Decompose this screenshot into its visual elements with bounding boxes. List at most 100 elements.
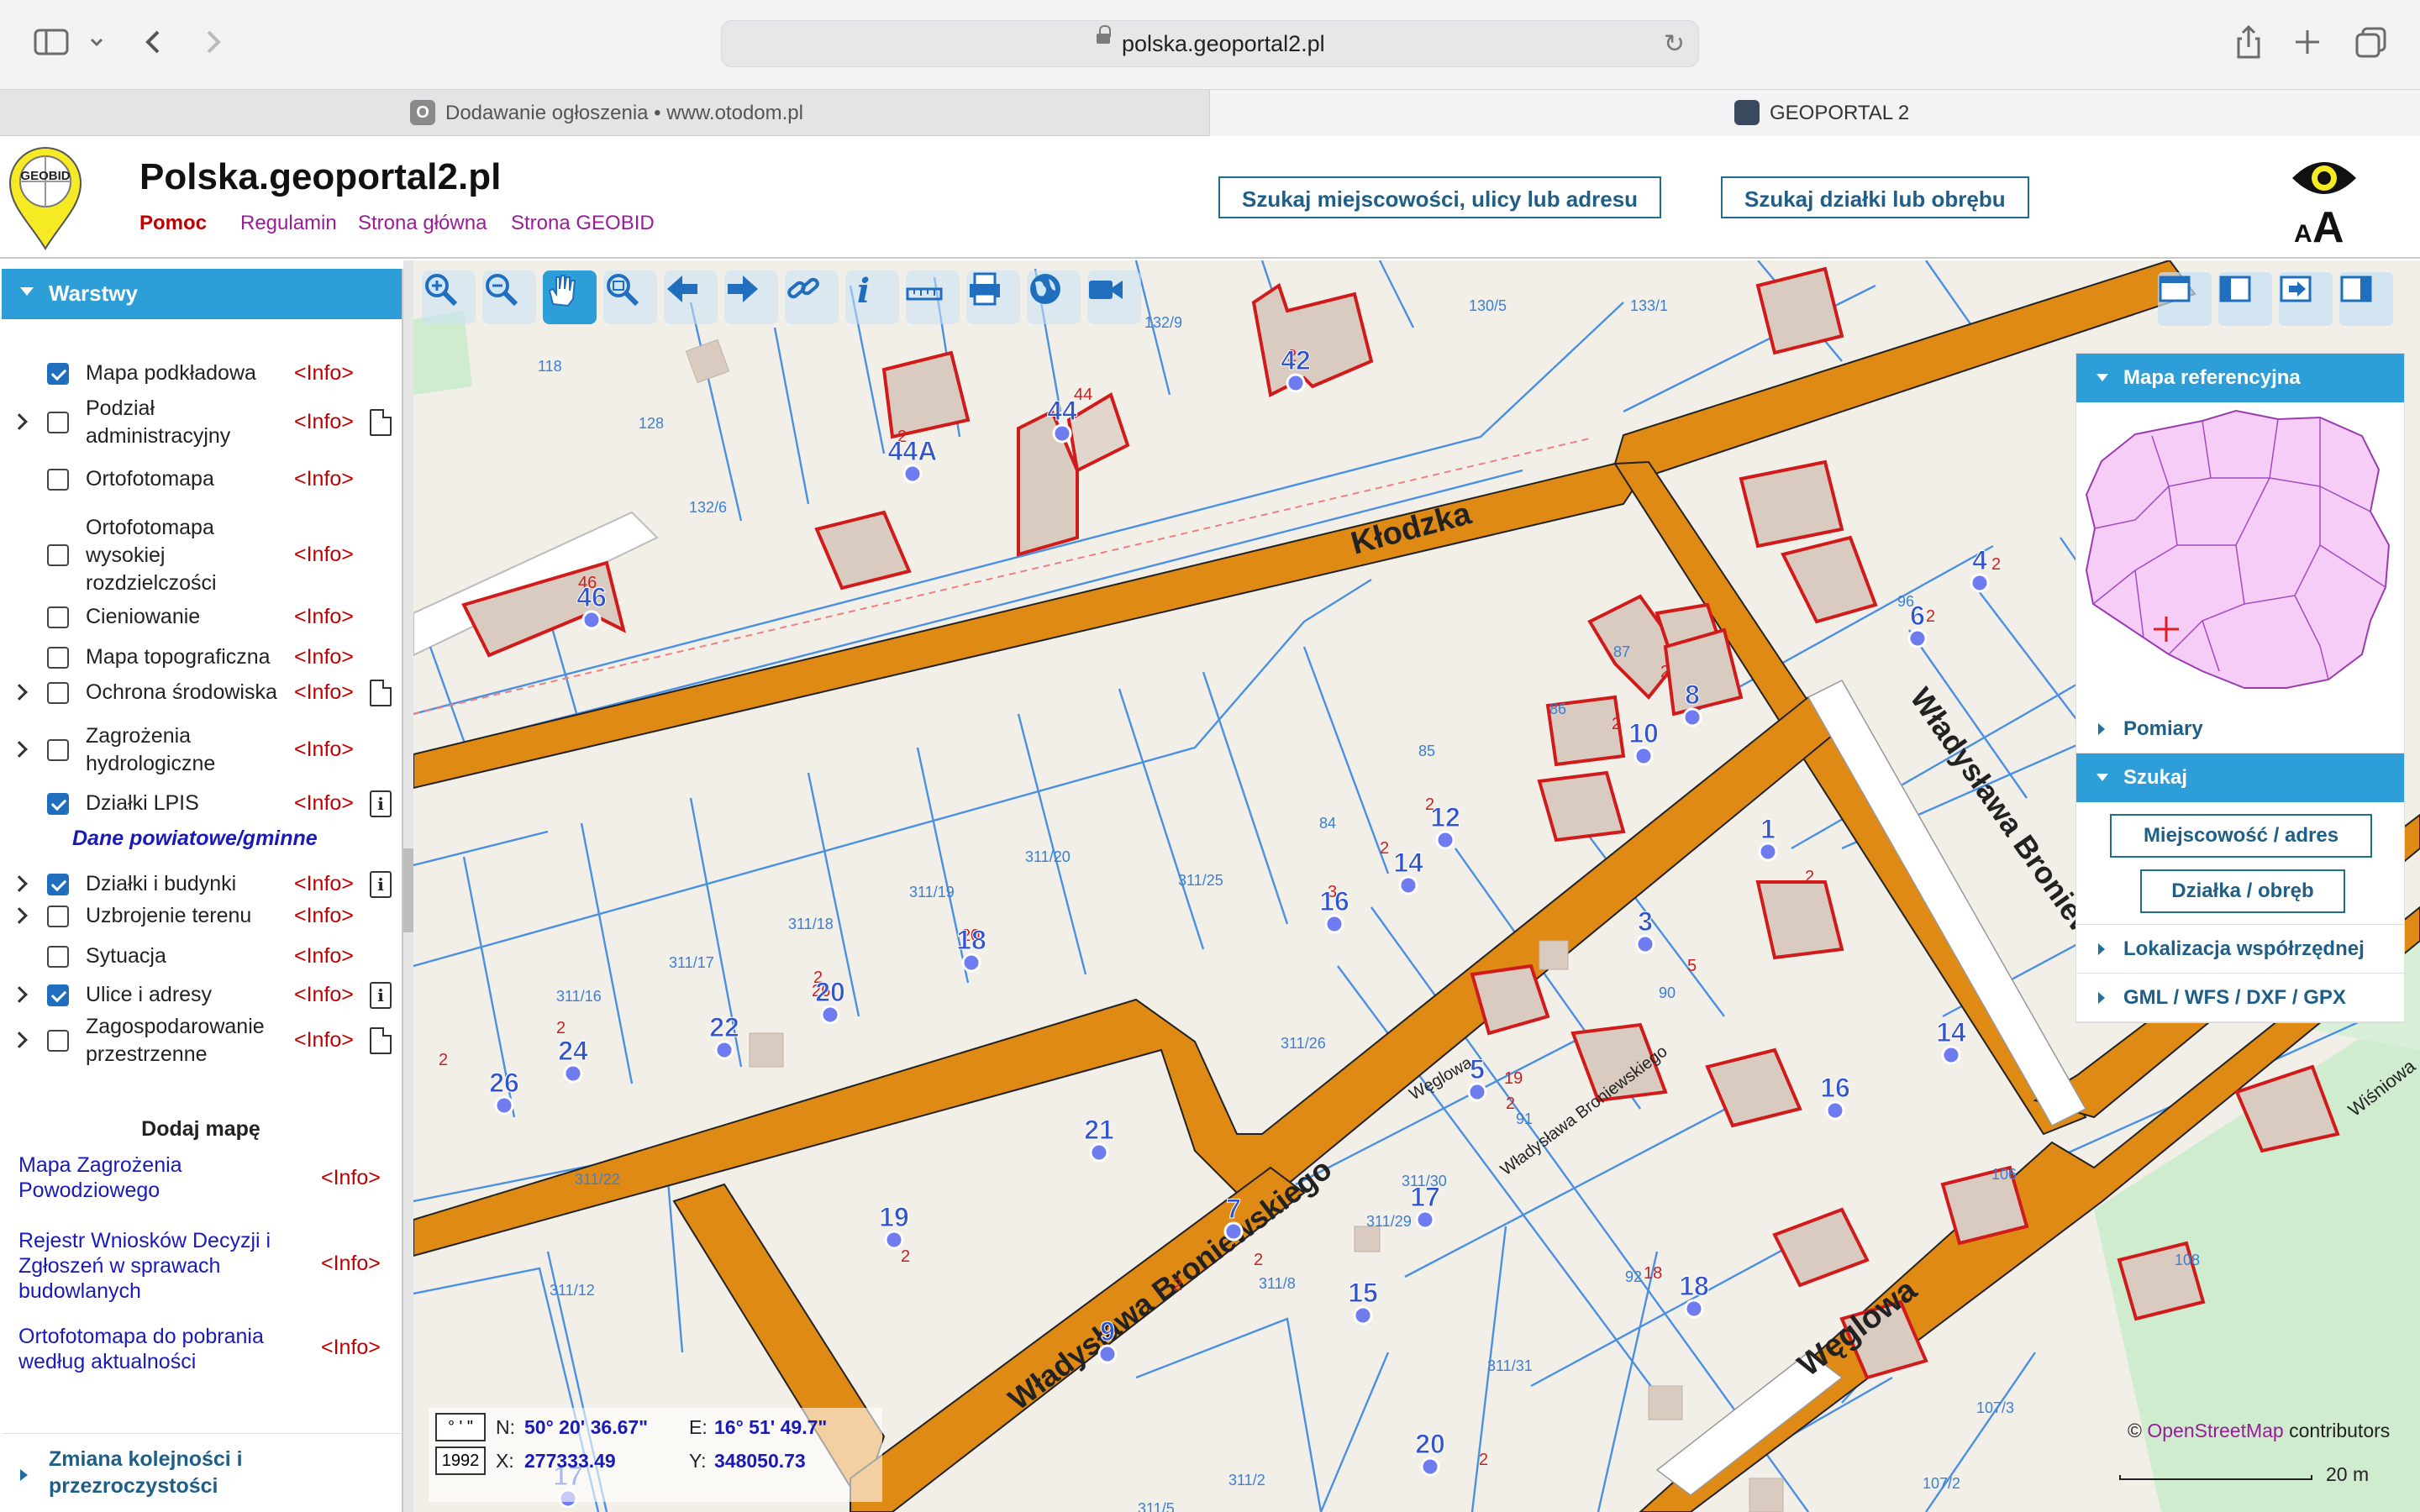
layer-label: Mapa podkładowa bbox=[86, 361, 256, 385]
info-link[interactable]: <Info> bbox=[294, 983, 354, 1007]
tab-otodom[interactable]: O Dodawanie ogłoszenia • www.otodom.pl bbox=[0, 90, 1210, 136]
exit-panel-icon[interactable] bbox=[2279, 272, 2333, 326]
back-arrow-icon[interactable] bbox=[139, 25, 170, 59]
layout-right-icon[interactable] bbox=[2339, 272, 2393, 326]
layer-checkbox[interactable] bbox=[47, 874, 69, 895]
info-link[interactable]: <Info> bbox=[294, 605, 354, 629]
chevron-right-icon[interactable] bbox=[11, 413, 28, 430]
chevron-right-icon[interactable] bbox=[11, 684, 28, 701]
chevron-right-icon[interactable] bbox=[11, 907, 28, 924]
info-document-icon[interactable]: i bbox=[370, 982, 392, 1009]
next-tool-icon[interactable] bbox=[724, 270, 778, 324]
coord-format-toggle[interactable]: ° ' " bbox=[435, 1413, 486, 1441]
layer-checkbox[interactable] bbox=[47, 544, 69, 566]
forward-arrow-icon[interactable] bbox=[198, 25, 229, 59]
osm-link[interactable]: OpenStreetMap bbox=[2147, 1420, 2283, 1441]
layers-panel-header[interactable]: Warstwy bbox=[2, 269, 402, 319]
tab-overview-icon[interactable] bbox=[2353, 24, 2390, 60]
info-link[interactable]: <Info> bbox=[294, 361, 354, 386]
measure-tool-icon[interactable] bbox=[906, 270, 960, 324]
add-map-orthophoto-download[interactable]: Ortofotomapa do pobrania według aktualno… bbox=[18, 1324, 296, 1374]
terms-link[interactable]: Regulamin bbox=[240, 212, 337, 235]
pan-tool-icon[interactable] bbox=[543, 270, 597, 324]
add-map-building-register[interactable]: Rejestr Wniosków Decyzji i Zgłoszeń w sp… bbox=[18, 1228, 296, 1304]
layer-checkbox[interactable] bbox=[47, 469, 69, 491]
layer-order-toggle[interactable]: Zmiana kolejności i przezroczystości bbox=[2, 1433, 402, 1512]
layout-full-icon[interactable] bbox=[2158, 272, 2212, 326]
info-link[interactable]: <Info> bbox=[321, 1166, 381, 1190]
search-place-panel-button[interactable]: Miejscowość / adres bbox=[2110, 814, 2372, 858]
info-link[interactable]: <Info> bbox=[294, 467, 354, 491]
layer-checkbox[interactable] bbox=[47, 647, 69, 669]
print-tool-icon[interactable] bbox=[966, 270, 1020, 324]
coordinate-location-section[interactable]: Lokalizacja współrzędnej bbox=[2076, 925, 2404, 974]
sidebar-splitter[interactable] bbox=[403, 260, 413, 1512]
measurements-section[interactable]: Pomiary bbox=[2076, 705, 2404, 753]
search-section-header[interactable]: Szukaj bbox=[2076, 753, 2404, 802]
search-place-button[interactable]: Szukaj miejscowości, ulicy lub adresu bbox=[1218, 176, 1662, 218]
reference-map-header[interactable]: Mapa referencyjna bbox=[2076, 354, 2404, 402]
chevron-right-icon[interactable] bbox=[11, 986, 28, 1003]
zoom-out-tool-icon[interactable] bbox=[482, 270, 536, 324]
reload-icon[interactable]: ↻ bbox=[1664, 29, 1685, 59]
address-bar[interactable]: polska.geoportal2.pl ↻ bbox=[721, 20, 1699, 67]
link-tool-icon[interactable] bbox=[785, 270, 839, 324]
layer-checkbox[interactable] bbox=[47, 984, 69, 1006]
coord-system-toggle[interactable]: 1992 bbox=[435, 1446, 486, 1475]
layer-checkbox[interactable] bbox=[47, 1030, 69, 1052]
new-tab-icon[interactable] bbox=[2291, 24, 2324, 60]
layer-checkbox[interactable] bbox=[47, 363, 69, 385]
info-link[interactable]: <Info> bbox=[294, 1028, 354, 1053]
info-link[interactable]: <Info> bbox=[294, 872, 354, 896]
info-link[interactable]: <Info> bbox=[294, 738, 354, 762]
document-icon[interactable] bbox=[370, 409, 392, 436]
info-document-icon[interactable]: i bbox=[370, 871, 392, 898]
export-section[interactable]: GML / WFS / DXF / GPX bbox=[2076, 974, 2404, 1022]
search-parcel-button[interactable]: Szukaj działki lub obrębu bbox=[1721, 176, 2029, 218]
info-link[interactable]: <Info> bbox=[294, 410, 354, 434]
info-link[interactable]: <Info> bbox=[294, 645, 354, 669]
info-link[interactable]: <Info> bbox=[294, 944, 354, 969]
info-document-icon[interactable]: i bbox=[370, 790, 392, 817]
info-link[interactable]: <Info> bbox=[294, 791, 354, 816]
tab-geoportal[interactable]: GEOPORTAL 2 bbox=[1210, 90, 2420, 136]
layer-checkbox[interactable] bbox=[47, 946, 69, 968]
info-link[interactable]: <Info> bbox=[294, 680, 354, 705]
info-link[interactable]: <Info> bbox=[294, 904, 354, 928]
layer-checkbox[interactable] bbox=[47, 906, 69, 927]
document-icon[interactable] bbox=[370, 680, 392, 706]
geobid-link[interactable]: Strona GEOBID bbox=[511, 212, 655, 235]
sidebar-toggle-icon[interactable] bbox=[32, 25, 71, 59]
info-link[interactable]: <Info> bbox=[321, 1252, 381, 1276]
layout-left-icon[interactable] bbox=[2218, 272, 2272, 326]
layer-checkbox[interactable] bbox=[47, 739, 69, 761]
search-parcel-panel-button[interactable]: Działka / obręb bbox=[2140, 869, 2345, 913]
reference-map[interactable] bbox=[2076, 402, 2404, 705]
layer-checkbox[interactable] bbox=[47, 793, 69, 815]
share-icon[interactable] bbox=[2232, 24, 2265, 60]
chevron-down-icon[interactable] bbox=[84, 25, 109, 59]
splitter-grip[interactable] bbox=[403, 848, 413, 932]
info-tool-icon[interactable]: i bbox=[845, 270, 899, 324]
chevron-right-icon[interactable] bbox=[11, 741, 28, 758]
accessibility-control[interactable]: A A bbox=[2289, 146, 2360, 252]
document-icon[interactable] bbox=[370, 1027, 392, 1054]
geobid-logo[interactable]: GEOBID bbox=[5, 143, 86, 250]
layer-checkbox[interactable] bbox=[47, 682, 69, 704]
previous-tool-icon[interactable] bbox=[664, 270, 718, 324]
camera-tool-icon[interactable] bbox=[1087, 270, 1141, 324]
chevron-right-icon[interactable] bbox=[11, 875, 28, 892]
help-link[interactable]: Pomoc bbox=[139, 212, 207, 235]
zoom-in-tool-icon[interactable] bbox=[422, 270, 476, 324]
zoom-box-tool-icon[interactable] bbox=[603, 270, 657, 324]
layer-checkbox[interactable] bbox=[47, 606, 69, 628]
info-link[interactable]: <Info> bbox=[321, 1336, 381, 1360]
globe-tool-icon[interactable] bbox=[1027, 270, 1081, 324]
layer-checkbox[interactable] bbox=[47, 412, 69, 433]
parcel-number: 311/8 bbox=[1259, 1275, 1296, 1292]
parcel-number: 311/26 bbox=[1281, 1035, 1326, 1052]
home-link[interactable]: Strona główna bbox=[358, 212, 487, 235]
add-map-flood[interactable]: Mapa Zagrożenia Powodziowego bbox=[18, 1152, 296, 1203]
info-link[interactable]: <Info> bbox=[294, 543, 354, 567]
chevron-right-icon[interactable] bbox=[11, 1032, 28, 1048]
